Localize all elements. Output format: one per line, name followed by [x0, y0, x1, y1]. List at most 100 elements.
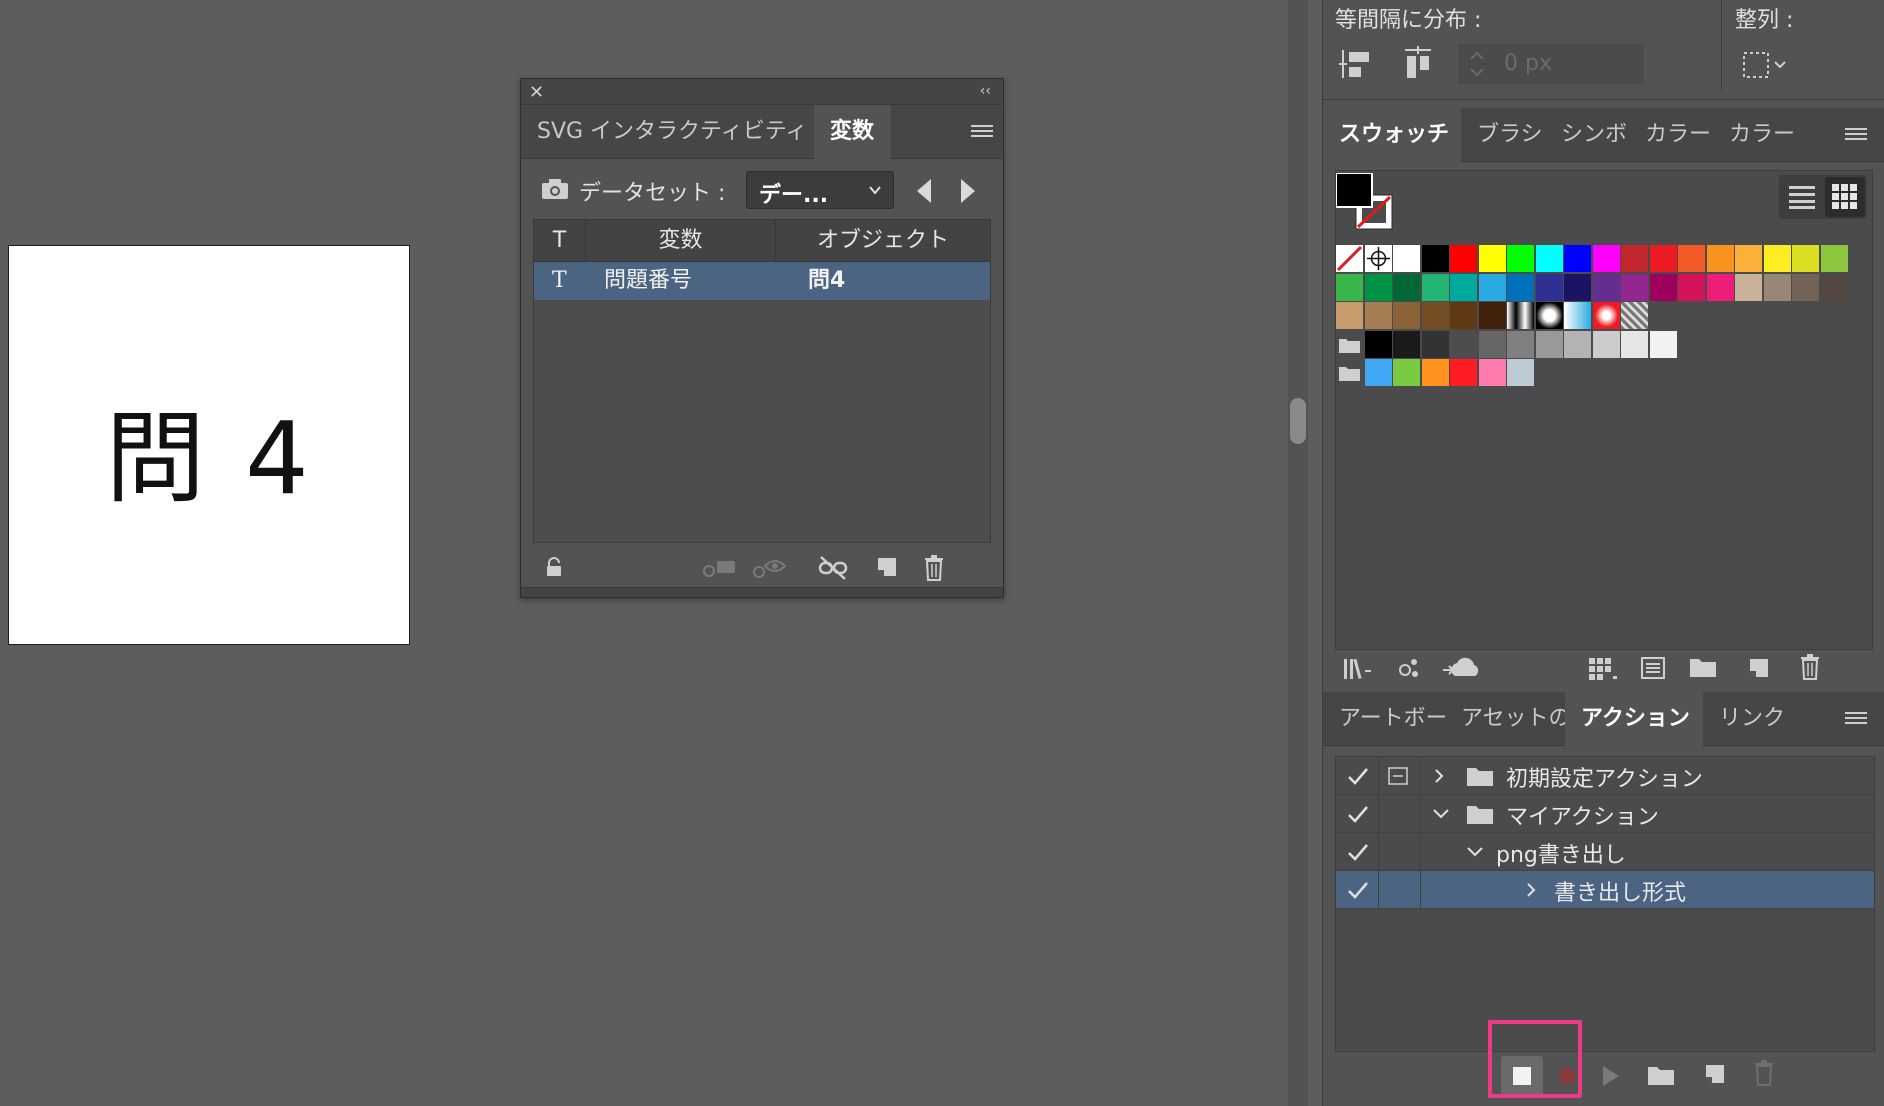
swatch[interactable] — [1450, 273, 1477, 301]
swatch[interactable] — [1478, 359, 1506, 386]
registration-swatch-icon[interactable] — [1364, 245, 1392, 272]
swatch-options-icon[interactable] — [1589, 656, 1617, 680]
swatch[interactable] — [1535, 273, 1563, 301]
swatch[interactable] — [1678, 245, 1705, 272]
column-header-object[interactable]: オブジェクト — [776, 220, 990, 262]
scrollbar-thumb[interactable] — [1290, 398, 1306, 444]
action-row[interactable]: 初期設定アクション — [1336, 757, 1874, 795]
vertical-scrollbar[interactable] — [1288, 0, 1308, 1106]
camera-icon[interactable] — [541, 178, 569, 200]
chevron-right-icon[interactable] — [1432, 768, 1446, 784]
previous-dataset-button[interactable] — [911, 175, 939, 207]
swatch[interactable] — [1592, 245, 1620, 272]
swatch[interactable] — [1507, 273, 1534, 301]
thumbnail-view-button[interactable] — [1825, 177, 1865, 217]
swatch[interactable] — [1820, 245, 1848, 272]
tab-svg-interactivity[interactable]: SVG インタラクティビティ — [521, 105, 814, 159]
folder-icon[interactable] — [1689, 656, 1717, 678]
check-icon[interactable] — [1346, 803, 1370, 825]
swatch[interactable] — [1478, 302, 1506, 329]
tab-color[interactable]: カラー — [1629, 108, 1713, 162]
new-set-folder-icon[interactable] — [1647, 1064, 1675, 1086]
swatch[interactable] — [1621, 245, 1648, 272]
swatch[interactable] — [1535, 330, 1563, 358]
gradient-swatch[interactable] — [1507, 302, 1534, 329]
swatch[interactable] — [1706, 245, 1734, 272]
swatch[interactable] — [1649, 330, 1677, 358]
swatch[interactable] — [1621, 330, 1648, 358]
swatch[interactable] — [1364, 359, 1392, 386]
swatch[interactable] — [1564, 245, 1591, 272]
panel-titlebar[interactable]: ✕ ‹‹ — [521, 79, 1003, 105]
new-action-icon[interactable] — [1703, 1062, 1727, 1086]
swatch[interactable] — [1706, 273, 1734, 301]
show-kinds-icon[interactable] — [1397, 656, 1421, 680]
swatch[interactable] — [1393, 273, 1420, 301]
tab-symbols[interactable]: シンボ — [1545, 108, 1629, 162]
swatch[interactable] — [1336, 302, 1363, 329]
add-to-library-icon[interactable] — [1641, 656, 1665, 680]
tab-variables[interactable]: 変数 — [814, 105, 891, 159]
swatch[interactable] — [1478, 330, 1506, 358]
tab-color-guide[interactable]: カラー — [1713, 108, 1797, 162]
artboard[interactable]: 問 4 — [8, 245, 410, 645]
check-icon[interactable] — [1346, 841, 1370, 863]
resize-gripper[interactable] — [521, 587, 1003, 597]
panel-menu-icon[interactable] — [971, 125, 993, 139]
swatch[interactable] — [1649, 273, 1677, 301]
swatch[interactable] — [1450, 302, 1477, 329]
chevron-right-icon[interactable] — [1524, 882, 1538, 898]
check-icon[interactable] — [1346, 765, 1370, 787]
check-icon[interactable] — [1346, 879, 1370, 901]
swatch[interactable] — [1763, 245, 1791, 272]
none-swatch-icon[interactable] — [1336, 245, 1363, 272]
tab-actions[interactable]: アクション — [1565, 692, 1703, 746]
lock-icon[interactable] — [545, 557, 563, 577]
new-variable-icon[interactable] — [875, 555, 899, 579]
stepper-icon[interactable] — [1468, 49, 1486, 79]
gradient-swatch[interactable] — [1535, 302, 1563, 329]
swatch[interactable] — [1393, 245, 1420, 272]
swatch[interactable] — [1592, 330, 1620, 358]
swatch[interactable] — [1421, 302, 1449, 329]
gradient-swatch[interactable] — [1592, 302, 1620, 329]
action-row[interactable]: マイアクション — [1336, 795, 1874, 833]
swatch[interactable] — [1478, 245, 1506, 272]
vertical-distribute-space-icon[interactable] — [1339, 48, 1373, 80]
trash-icon[interactable] — [1799, 654, 1821, 680]
tab-swatches[interactable]: スウォッチ — [1323, 108, 1461, 162]
play-icon[interactable] — [1601, 1064, 1621, 1088]
swatch[interactable] — [1393, 330, 1420, 358]
new-swatch-icon[interactable] — [1747, 656, 1771, 680]
swatch[interactable] — [1564, 330, 1591, 358]
next-dataset-button[interactable] — [953, 175, 981, 207]
record-icon[interactable] — [1557, 1066, 1577, 1086]
swatch[interactable] — [1820, 273, 1848, 301]
pattern-swatch[interactable] — [1621, 302, 1648, 329]
swatch[interactable] — [1393, 302, 1420, 329]
action-step-row[interactable]: 書き出し形式 — [1336, 871, 1874, 909]
gradient-swatch[interactable] — [1564, 302, 1591, 329]
fill-stroke-indicator[interactable] — [1336, 173, 1398, 231]
swatch[interactable] — [1450, 245, 1477, 272]
swatch[interactable] — [1621, 273, 1648, 301]
horizontal-distribute-space-icon[interactable] — [1403, 46, 1433, 80]
swatch[interactable] — [1792, 245, 1819, 272]
panel-menu-icon[interactable] — [1845, 128, 1867, 142]
align-to-selection-icon[interactable] — [1741, 50, 1787, 80]
spacing-input[interactable]: 0 px — [1459, 44, 1643, 84]
tab-asset-export[interactable]: アセットの — [1445, 692, 1565, 746]
swatch[interactable] — [1421, 245, 1449, 272]
swatch[interactable] — [1507, 245, 1534, 272]
swatch[interactable] — [1421, 330, 1449, 358]
close-icon[interactable]: ✕ — [529, 82, 544, 103]
swatch[interactable] — [1763, 273, 1791, 301]
panel-menu-icon[interactable] — [1845, 712, 1867, 726]
swatch[interactable] — [1507, 330, 1534, 358]
column-header-type[interactable]: T — [534, 220, 586, 262]
chevron-down-icon[interactable] — [1466, 845, 1484, 859]
swatch[interactable] — [1649, 245, 1677, 272]
dialog-toggle-icon[interactable] — [1388, 767, 1408, 785]
cloud-library-icon[interactable] — [1443, 656, 1485, 680]
dataset-select[interactable]: デー... — [746, 171, 894, 209]
